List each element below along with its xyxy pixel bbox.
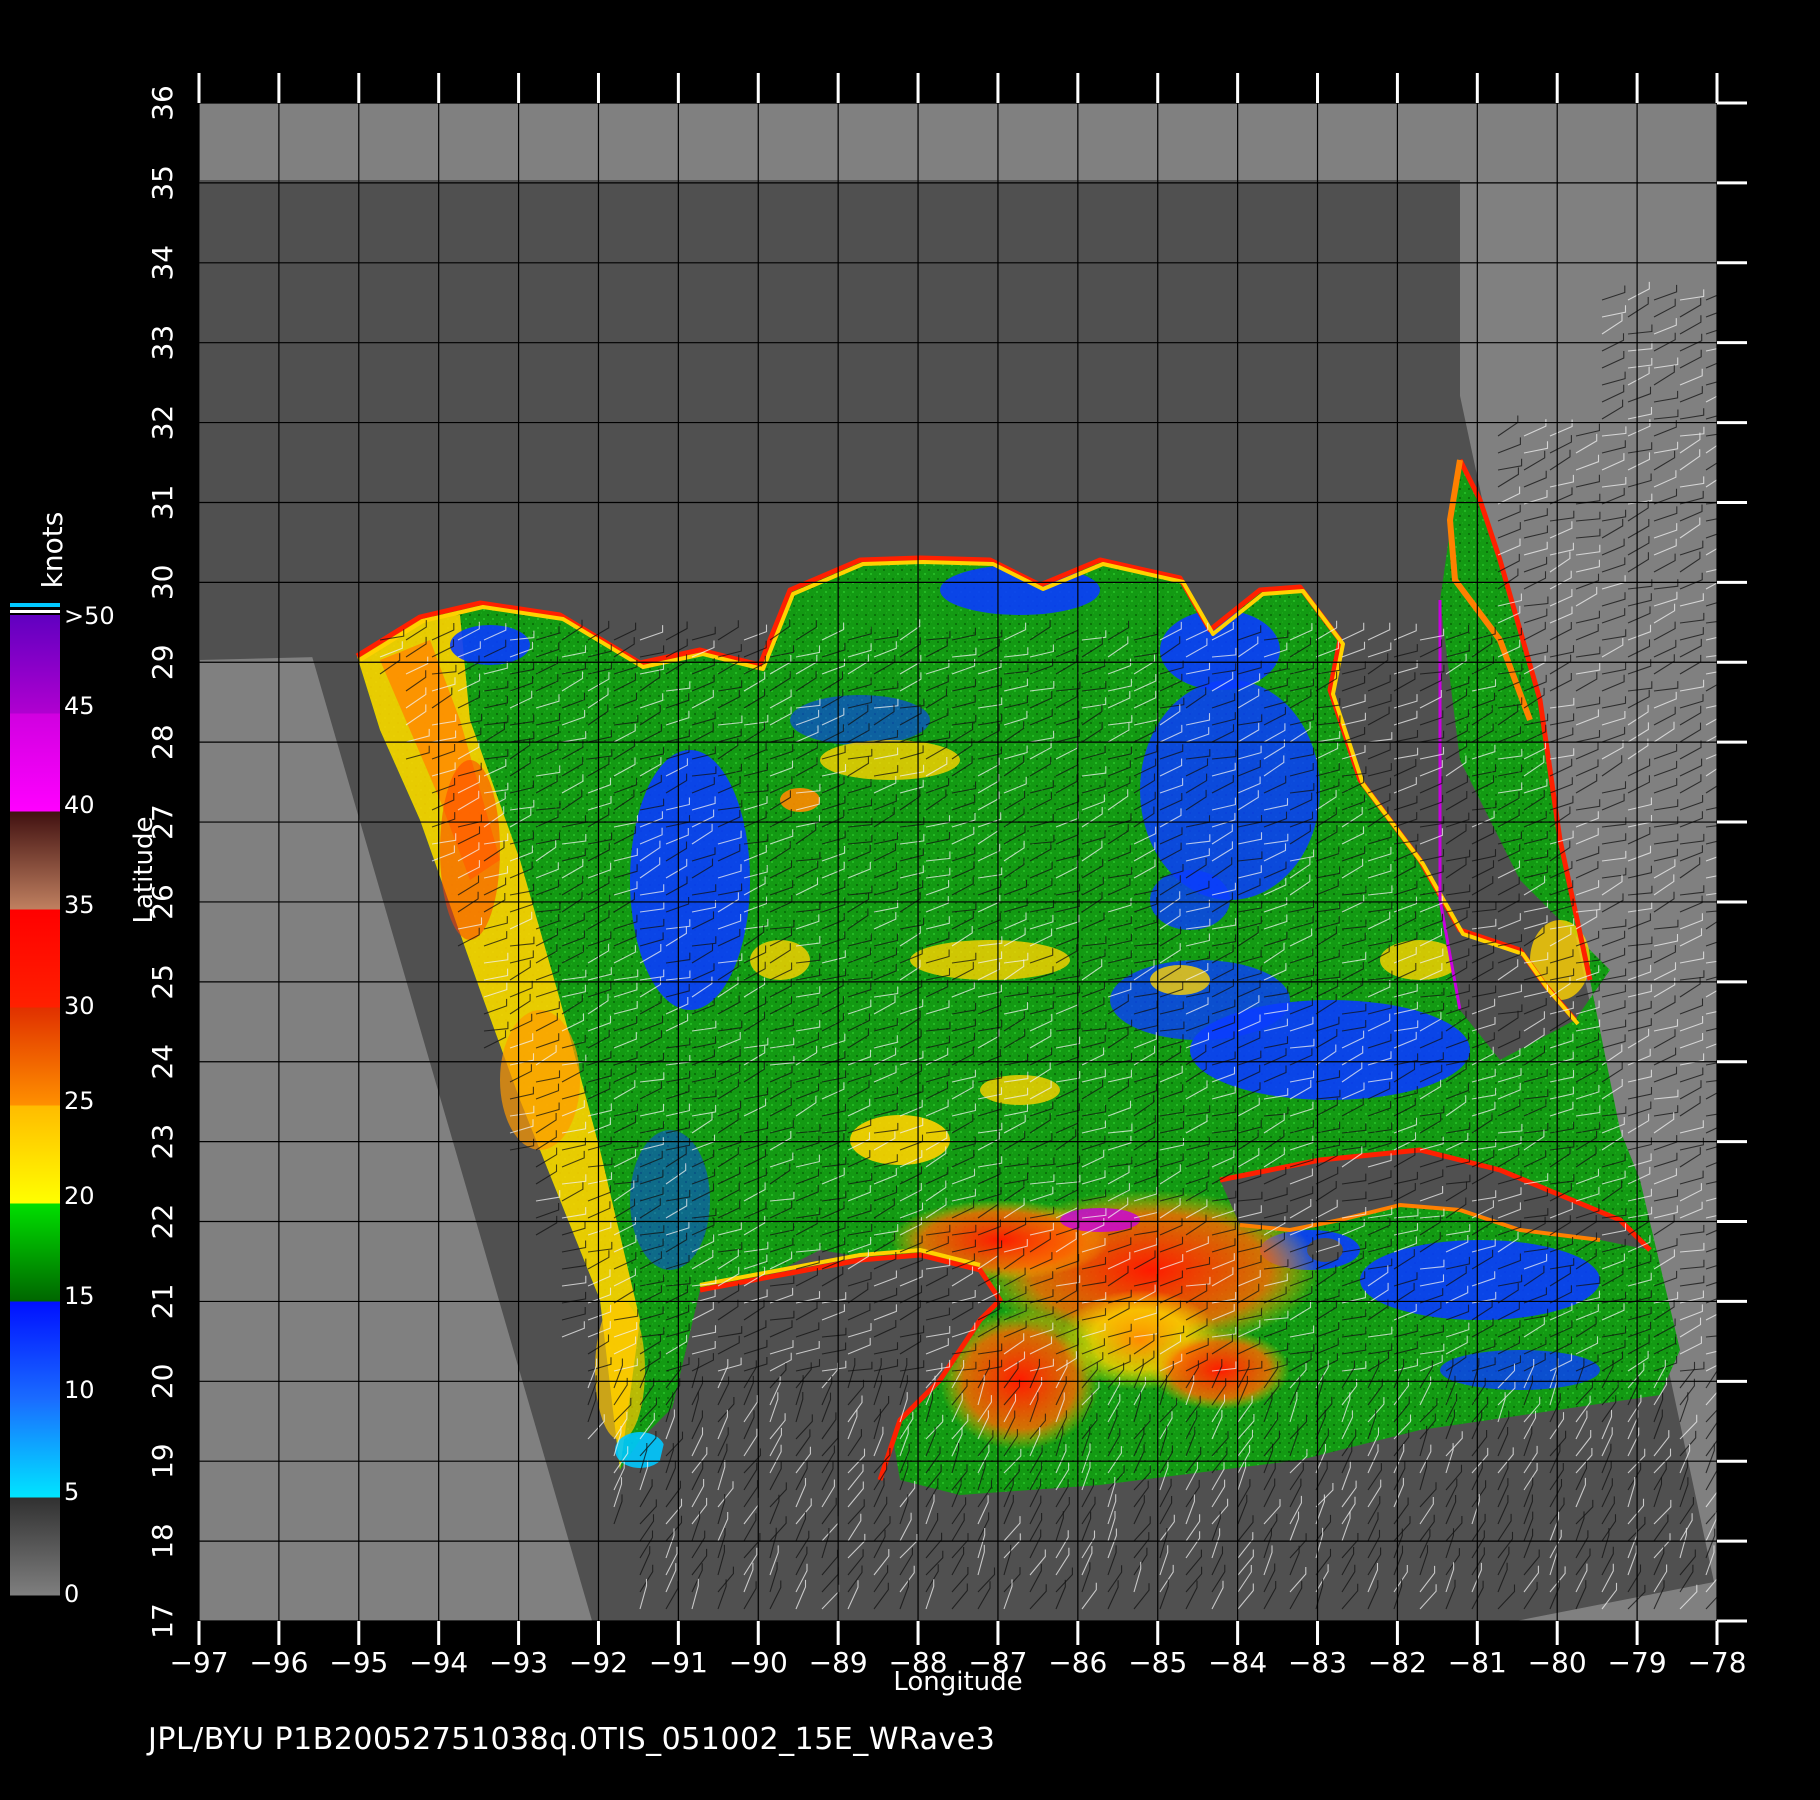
- lon-tick-label: −97: [169, 1646, 228, 1679]
- lat-tick-label: 19: [146, 1443, 179, 1479]
- colorbar-segment: [10, 615, 60, 714]
- colorbar-segment: [10, 1399, 60, 1498]
- colorbar-segment: [10, 1007, 60, 1106]
- footer-caption: JPL/BYU P1B20052751038q.0TIS_051002_15E_…: [148, 1722, 996, 1757]
- lat-tick-label: 31: [146, 485, 179, 521]
- lat-tick-label: 18: [146, 1523, 179, 1559]
- colorbar-label: 20: [64, 1182, 95, 1210]
- colorbar-label: 15: [64, 1282, 95, 1310]
- lon-tick-label: −84: [1208, 1646, 1267, 1679]
- lat-tick-label: 33: [146, 325, 179, 361]
- colorbar-label: 25: [64, 1087, 95, 1115]
- x-axis-label: Longitude: [893, 1667, 1022, 1697]
- lon-tick-label: −86: [1048, 1646, 1107, 1679]
- y-axis-label: Latitude: [129, 816, 159, 923]
- colorbar-labels: >50 45 40 35 30 25 20 15 10 5 0: [64, 602, 115, 1608]
- lat-tick-label: 17: [146, 1603, 179, 1639]
- lon-tick-label: −95: [329, 1646, 388, 1679]
- lon-tick-label: −94: [409, 1646, 468, 1679]
- lon-tick-label: −92: [569, 1646, 628, 1679]
- colorbar-label: 35: [64, 891, 95, 919]
- colorbar-label: 5: [64, 1478, 79, 1506]
- lon-tick-label: −96: [249, 1646, 308, 1679]
- colorbar-top-marker-2: [10, 610, 60, 613]
- colorbar-gradient: [10, 615, 60, 1596]
- lat-tick-label: 23: [146, 1124, 179, 1160]
- colorbar-segment: [10, 811, 60, 910]
- lon-tick-label: −91: [649, 1646, 708, 1679]
- lon-tick-label: −90: [729, 1646, 788, 1679]
- colorbar-segment: [10, 1497, 60, 1596]
- lon-tick-label: −79: [1608, 1646, 1667, 1679]
- colorbar-segment: [10, 909, 60, 1008]
- lon-tick-label: −78: [1687, 1646, 1746, 1679]
- lat-tick-label: 32: [146, 405, 179, 441]
- lat-tick-label: 35: [146, 165, 179, 201]
- lat-tick-label: 21: [146, 1284, 179, 1320]
- colorbar-label: 40: [64, 791, 95, 819]
- lon-tick-label: −85: [1128, 1646, 1187, 1679]
- colorbar-label: >50: [64, 602, 115, 630]
- colorbar-segment: [10, 713, 60, 812]
- wind-map-figure: −97 −96 −95 −94 −93 −92 −91 −90 −89 −88 −87 −86 −85−…: [10, 73, 1747, 1697]
- lon-tick-label: −81: [1448, 1646, 1507, 1679]
- lat-tick-label: 29: [146, 644, 179, 680]
- lat-tick-label: 30: [146, 565, 179, 601]
- colorbar-unit-label: knots: [36, 512, 69, 589]
- lon-tick-label: −82: [1368, 1646, 1427, 1679]
- lon-tick-label: −89: [809, 1646, 868, 1679]
- lat-tick-label: 36: [146, 85, 179, 121]
- colorbar-label: 10: [64, 1376, 95, 1404]
- lat-tick-label: 28: [146, 724, 179, 760]
- colorbar-top-marker: [10, 603, 60, 607]
- lon-tick-label: −80: [1528, 1646, 1587, 1679]
- lat-tick-label: 20: [146, 1363, 179, 1399]
- colorbar-segment: [10, 1105, 60, 1204]
- colorbar-segment: [10, 1203, 60, 1302]
- colorbar-label: 0: [64, 1580, 79, 1608]
- lat-tick-label: 24: [146, 1044, 179, 1080]
- colorbar-segment: [10, 1301, 60, 1400]
- lat-tick-label: 22: [146, 1204, 179, 1240]
- lon-tick-label: −83: [1288, 1646, 1347, 1679]
- lat-tick-label: 25: [146, 964, 179, 1000]
- colorbar-label: 30: [64, 992, 95, 1020]
- colorbar: >50 45 40 35 30 25 20 15 10 5 0 knots: [10, 512, 115, 1608]
- colorbar-label: 45: [64, 692, 95, 720]
- lat-tick-label: 34: [146, 245, 179, 281]
- lon-tick-label: −93: [489, 1646, 548, 1679]
